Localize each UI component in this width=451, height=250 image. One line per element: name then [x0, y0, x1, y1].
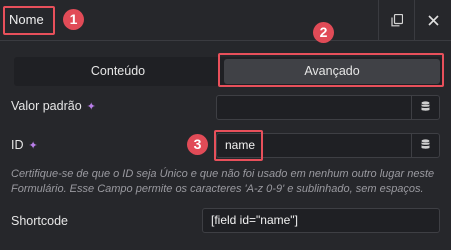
- default-value-label-text: Valor padrão: [11, 99, 82, 113]
- database-icon: [421, 138, 430, 153]
- annotation-badge-3: 3: [187, 134, 208, 155]
- shortcode-field[interactable]: [field id="name"]: [202, 208, 440, 233]
- tab-advanced[interactable]: Avançado: [224, 59, 440, 84]
- shortcode-label: Shortcode: [11, 214, 68, 228]
- settings-tabs: Conteúdo Avançado: [14, 57, 442, 86]
- id-help-text: Certifique-se de que o ID seja Único e q…: [11, 168, 435, 195]
- close-icon: [427, 14, 439, 26]
- database-icon: [421, 100, 430, 115]
- annotation-badge-1: 1: [63, 9, 84, 30]
- copy-icon: [391, 13, 403, 27]
- default-value-input[interactable]: [216, 95, 440, 120]
- id-label: ID ✦: [11, 138, 38, 152]
- annotation-badge-2: 2: [313, 22, 334, 43]
- tab-content[interactable]: Conteúdo: [14, 57, 222, 86]
- copy-button[interactable]: [378, 0, 415, 40]
- database-button[interactable]: [411, 96, 439, 119]
- dynamic-tags-icon[interactable]: ✦: [29, 139, 38, 152]
- shortcode-label-text: Shortcode: [11, 214, 68, 228]
- close-button[interactable]: [414, 0, 451, 40]
- dynamic-tags-icon[interactable]: ✦: [87, 100, 96, 113]
- id-label-text: ID: [11, 138, 24, 152]
- id-value-text: name: [225, 138, 256, 152]
- default-value-label: Valor padrão ✦: [11, 99, 96, 113]
- database-button[interactable]: [411, 134, 439, 157]
- panel-title: Nome: [9, 12, 44, 27]
- field-settings-panel: Nome Conteúdo Avançado Valor padrão ✦ ID…: [0, 0, 451, 250]
- id-input[interactable]: name: [216, 133, 440, 158]
- shortcode-value-text: [field id="name"]: [211, 213, 298, 227]
